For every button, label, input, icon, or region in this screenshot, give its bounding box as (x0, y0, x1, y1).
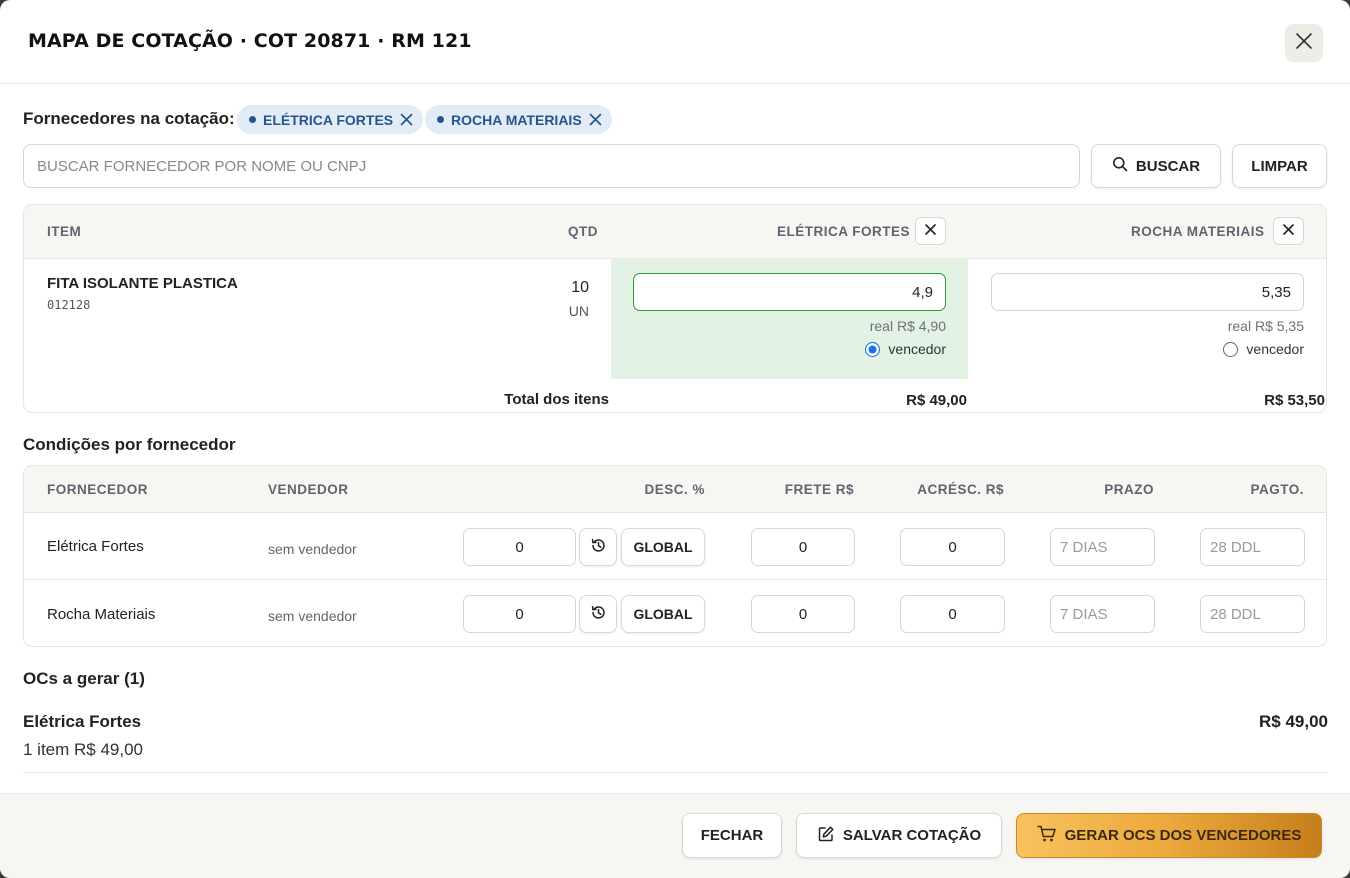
col-supplier: FORNECEDOR (47, 482, 149, 497)
item-name: FITA ISOLANTE PLASTICA (47, 275, 238, 292)
seller-name: sem vendedor (268, 608, 357, 624)
winner-label: vencedor (1246, 341, 1304, 357)
close-icon (925, 222, 936, 240)
global-button-label: GLOBAL (633, 539, 693, 555)
item-qty: 10 (571, 279, 589, 296)
close-icon[interactable] (400, 113, 413, 126)
close-modal-button[interactable]: FECHAR (682, 813, 782, 858)
conditions-table-header: FORNECEDOR VENDEDOR DESC. % FRETE R$ ACR… (24, 466, 1326, 513)
payment-input[interactable] (1200, 595, 1305, 633)
close-button[interactable] (1285, 24, 1323, 62)
modal-title: MAPA DE COTAÇÃO · COT 20871 · RM 121 (28, 30, 472, 52)
global-discount-button[interactable]: GLOBAL (621, 595, 705, 633)
history-icon (590, 537, 607, 558)
col-qty: QTD (568, 224, 598, 239)
order-item: Elétrica Fortes 1 item R$ 49,00 R$ 49,00 (23, 698, 1328, 773)
discount-history-button[interactable] (579, 595, 617, 633)
discount-history-button[interactable] (579, 528, 617, 566)
col-discount: DESC. % (644, 482, 705, 497)
quote-map-modal: MAPA DE COTAÇÃO · COT 20871 · RM 121 For… (0, 0, 1350, 878)
search-icon (1112, 156, 1128, 176)
term-input[interactable] (1050, 595, 1155, 633)
generate-button-label: GERAR OCS DOS VENCEDORES (1064, 827, 1302, 844)
cart-icon (1036, 825, 1057, 847)
col-item: ITEM (47, 224, 82, 239)
table-row: Elétrica Fortes sem vendedor GLOBAL (24, 513, 1326, 580)
col-freight: FRETE R$ (784, 482, 854, 497)
search-button-label: BUSCAR (1135, 157, 1201, 175)
price-input-rocha[interactable] (991, 273, 1304, 311)
save-button-label: SALVAR COTAÇÃO (842, 827, 982, 844)
supplier-name: Elétrica Fortes (47, 538, 144, 555)
close-icon (1283, 222, 1294, 240)
radio-selected-icon[interactable] (865, 341, 881, 357)
col-supplier-rocha: ROCHA MATERIAIS (1131, 224, 1265, 239)
items-table: ITEM QTD ELÉTRICA FORTES ROCHA MATERIAIS… (23, 204, 1327, 413)
freight-input[interactable] (751, 595, 855, 633)
suppliers-label: Fornecedores na cotação: (23, 109, 235, 128)
order-supplier: Elétrica Fortes (23, 712, 142, 731)
close-button-label: FECHAR (700, 827, 764, 844)
close-icon[interactable] (589, 113, 602, 126)
supplier-chip-eletrica: ELÉTRICA FORTES (237, 105, 424, 134)
col-supplier-eletrica: ELÉTRICA FORTES (777, 224, 911, 239)
total-eletrica: R$ 49,00 (906, 392, 967, 409)
supplier-chip-rocha: ROCHA MATERIAIS (425, 105, 612, 134)
discount-input[interactable] (463, 528, 576, 566)
table-row: FITA ISOLANTE PLASTICA 012128 10 UN real… (24, 259, 1326, 379)
supplier-name: Rocha Materiais (47, 606, 156, 623)
modal-header: MAPA DE COTAÇÃO · COT 20871 · RM 121 (0, 0, 1350, 84)
supplier-search-input[interactable] (23, 144, 1080, 188)
freight-input[interactable] (751, 528, 855, 566)
seller-name: sem vendedor (268, 541, 357, 557)
search-button[interactable]: BUSCAR (1091, 144, 1221, 188)
supplier-chip-label: ELÉTRICA FORTES (263, 111, 394, 128)
order-summary: 1 item R$ 49,00 (23, 740, 144, 759)
price-cell-rocha: real R$ 5,35 vencedor (969, 259, 1326, 379)
totals-label: Total dos itens (504, 391, 609, 408)
history-icon (590, 604, 607, 625)
payment-input[interactable] (1200, 528, 1305, 566)
winner-label: vencedor (888, 341, 946, 357)
supplier-chip-label: ROCHA MATERIAIS (451, 111, 582, 128)
chip-dot-icon (249, 116, 256, 123)
winner-radio-eletrica[interactable]: vencedor (865, 341, 946, 357)
order-total: R$ 49,00 (1259, 712, 1328, 731)
table-row: Rocha Materiais sem vendedor GLOBAL (24, 580, 1326, 646)
total-rocha: R$ 53,50 (1264, 392, 1325, 409)
conditions-table: FORNECEDOR VENDEDOR DESC. % FRETE R$ ACR… (23, 465, 1327, 647)
orders-title: OCs a gerar (1) (23, 669, 145, 688)
chip-dot-icon (437, 116, 444, 123)
remove-supplier-rocha-button[interactable] (1273, 217, 1304, 245)
radio-unselected-icon[interactable] (1223, 341, 1239, 357)
discount-input[interactable] (463, 595, 576, 633)
item-code: 012128 (47, 298, 91, 312)
close-icon (1295, 32, 1313, 55)
global-button-label: GLOBAL (633, 606, 693, 622)
term-input[interactable] (1050, 528, 1155, 566)
surcharge-input[interactable] (900, 528, 1005, 566)
col-seller: VENDEDOR (268, 482, 349, 497)
global-discount-button[interactable]: GLOBAL (621, 528, 705, 566)
real-price-rocha: real R$ 5,35 (1227, 318, 1304, 334)
items-table-header: ITEM QTD ELÉTRICA FORTES ROCHA MATERIAIS (24, 205, 1326, 259)
col-payment: PAGTO. (1250, 482, 1304, 497)
col-surcharge: ACRÉSC. R$ (917, 482, 1004, 497)
winner-radio-rocha[interactable]: vencedor (1223, 341, 1304, 357)
col-term: PRAZO (1104, 482, 1154, 497)
save-quote-button[interactable]: SALVAR COTAÇÃO (796, 813, 1002, 858)
edit-icon (817, 825, 835, 847)
price-cell-eletrica: real R$ 4,90 vencedor (611, 259, 968, 379)
clear-button[interactable]: LIMPAR (1232, 144, 1327, 188)
conditions-title: Condições por fornecedor (23, 435, 236, 454)
surcharge-input[interactable] (900, 595, 1005, 633)
generate-orders-button[interactable]: GERAR OCS DOS VENCEDORES (1016, 813, 1322, 858)
item-unit: UN (568, 303, 589, 319)
clear-button-label: LIMPAR (1251, 157, 1308, 175)
modal-footer: FECHAR SALVAR COTAÇÃO GERAR OCS DOS VENC… (0, 793, 1350, 878)
real-price-eletrica: real R$ 4,90 (869, 318, 946, 334)
price-input-eletrica[interactable] (633, 273, 946, 311)
remove-supplier-eletrica-button[interactable] (915, 217, 946, 245)
